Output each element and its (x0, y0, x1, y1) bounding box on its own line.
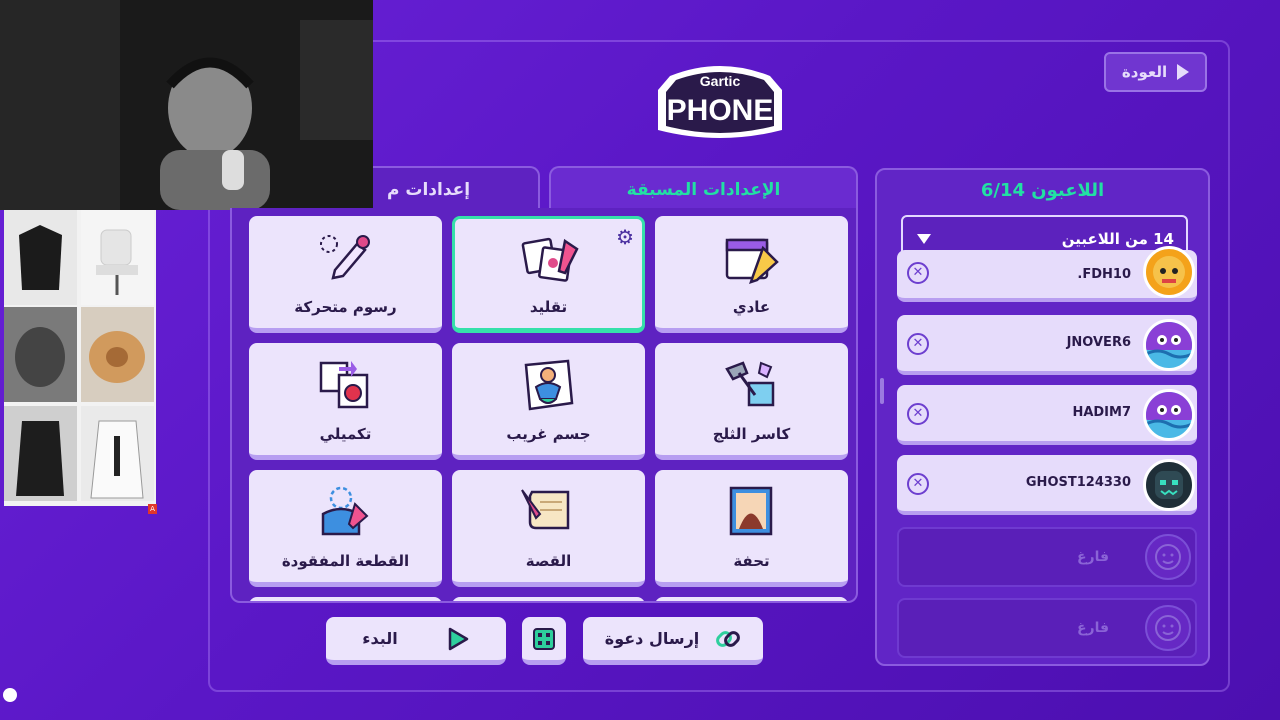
mode-label: كاسر الثلج (712, 425, 791, 443)
mode-card-missing-piece[interactable]: القطعة المفقودة (249, 470, 442, 587)
chat-bubble-icon[interactable] (3, 688, 17, 702)
mode-label: عادي (732, 298, 771, 316)
logo-top-text: Gartic (700, 73, 741, 89)
ad-item[interactable] (4, 307, 77, 402)
calendar-pencil-icon (725, 238, 779, 284)
players-title: اللاعبون 6/14 (980, 180, 1105, 201)
logo-main-text: PHONE (667, 94, 774, 127)
player-avatar (1143, 319, 1195, 371)
player-avatar (1143, 459, 1195, 511)
max-players-value: 14 من اللاعبين (1061, 230, 1174, 248)
player-name: JNOVER6 (1066, 335, 1131, 350)
tab-presets[interactable]: الإعدادات المسبقة (549, 166, 858, 214)
player-avatar (1143, 389, 1195, 441)
strange-body-icon (524, 359, 574, 411)
mode-label: رسوم متحركة (294, 298, 397, 316)
mode-label: تكميلي (319, 425, 372, 443)
ad-item[interactable] (4, 210, 77, 305)
ad-panel[interactable] (4, 210, 156, 506)
ad-item[interactable] (81, 406, 154, 501)
scroll-quill-icon (521, 489, 570, 530)
dropdown-arrow-icon (917, 234, 931, 244)
remove-player-button[interactable]: ✕ (907, 262, 929, 284)
mode-card-complement[interactable]: تكميلي (249, 343, 442, 460)
webcam-overlay (0, 0, 373, 210)
game-modes-grid: عادي ⚙ تقليد رسوم متحركة كاسر الثلج جسم … (230, 208, 858, 603)
back-button[interactable]: العودة (1104, 52, 1207, 92)
player-name: .FDH10 (1077, 267, 1131, 282)
ad-item[interactable] (4, 406, 77, 501)
copy-drawings-icon (521, 237, 579, 282)
empty-slot-label: فارغ (1076, 620, 1109, 636)
remove-player-button[interactable]: ✕ (907, 473, 929, 495)
webcam-image (0, 0, 373, 210)
mode-label: جسم غريب (506, 425, 591, 443)
scrollbar-handle[interactable] (880, 378, 884, 404)
mode-card-partial[interactable] (655, 597, 848, 601)
remove-player-button[interactable]: ✕ (907, 333, 929, 355)
qr-code-button[interactable] (522, 617, 566, 665)
player-avatar (1143, 246, 1195, 298)
gartic-phone-logo: Gartic PHONE (650, 58, 790, 142)
mode-card-partial[interactable] (249, 597, 442, 601)
mode-card-strange-body[interactable]: جسم غريب (452, 343, 645, 460)
player-row: ✕ JNOVER6 (897, 315, 1197, 375)
ad-item[interactable] (81, 307, 154, 402)
empty-avatar-icon (1145, 534, 1191, 580)
play-icon (448, 627, 468, 650)
player-row: ✕ .FDH10 (897, 246, 1197, 302)
empty-slot-label: فارغ (1076, 549, 1109, 565)
gear-icon[interactable]: ⚙ (616, 225, 634, 249)
empty-slot: فارغ (897, 598, 1197, 658)
mode-card-icebreaker[interactable]: كاسر الثلج (655, 343, 848, 460)
invite-button[interactable]: إرسال دعوة (583, 617, 763, 665)
back-button-label: العودة (1121, 63, 1168, 81)
invite-button-label: إرسال دعوة (604, 629, 700, 648)
mode-label: القصة (525, 552, 572, 570)
missing-piece-icon (321, 486, 369, 536)
mode-card-normal[interactable]: عادي (655, 216, 848, 333)
ice-hammer-icon (725, 361, 775, 407)
masterpiece-icon (729, 486, 773, 536)
mode-card-copy[interactable]: ⚙ تقليد (452, 216, 645, 333)
start-button-label: البدء (362, 629, 398, 648)
ad-badge: A (148, 504, 157, 514)
animation-pencil-icon (320, 235, 370, 280)
link-icon (716, 630, 741, 647)
remove-player-button[interactable]: ✕ (907, 403, 929, 425)
mode-card-story[interactable]: القصة (452, 470, 645, 587)
ad-item[interactable] (81, 210, 154, 305)
tab-presets-label: الإعدادات المسبقة (626, 180, 781, 200)
player-name: HADIM7 (1072, 405, 1131, 420)
empty-slot: فارغ (897, 527, 1197, 587)
puzzle-apple-icon (319, 361, 369, 409)
mode-card-animation[interactable]: رسوم متحركة (249, 216, 442, 333)
empty-avatar-icon (1145, 605, 1191, 651)
start-button[interactable]: البدء (326, 617, 506, 665)
player-name: GHOST124330 (1025, 475, 1131, 490)
mode-card-masterpiece[interactable]: تحفة (655, 470, 848, 587)
tab-custom-settings[interactable]: إعدادات م (373, 166, 540, 214)
player-row: ✕ HADIM7 (897, 385, 1197, 445)
mode-label: تحفة (733, 552, 770, 570)
mode-label: القطعة المفقودة (281, 552, 410, 570)
players-panel: اللاعبون 6/14 14 من اللاعبين ✕ .FDH10 ✕ … (875, 168, 1210, 666)
mode-label: تقليد (529, 298, 568, 316)
play-arrow-icon (1177, 64, 1190, 80)
player-row: ✕ GHOST124330 (897, 455, 1197, 515)
qr-code-icon (533, 627, 555, 650)
tab-custom-label: إعدادات م (387, 180, 471, 200)
mode-card-partial[interactable] (452, 597, 645, 601)
